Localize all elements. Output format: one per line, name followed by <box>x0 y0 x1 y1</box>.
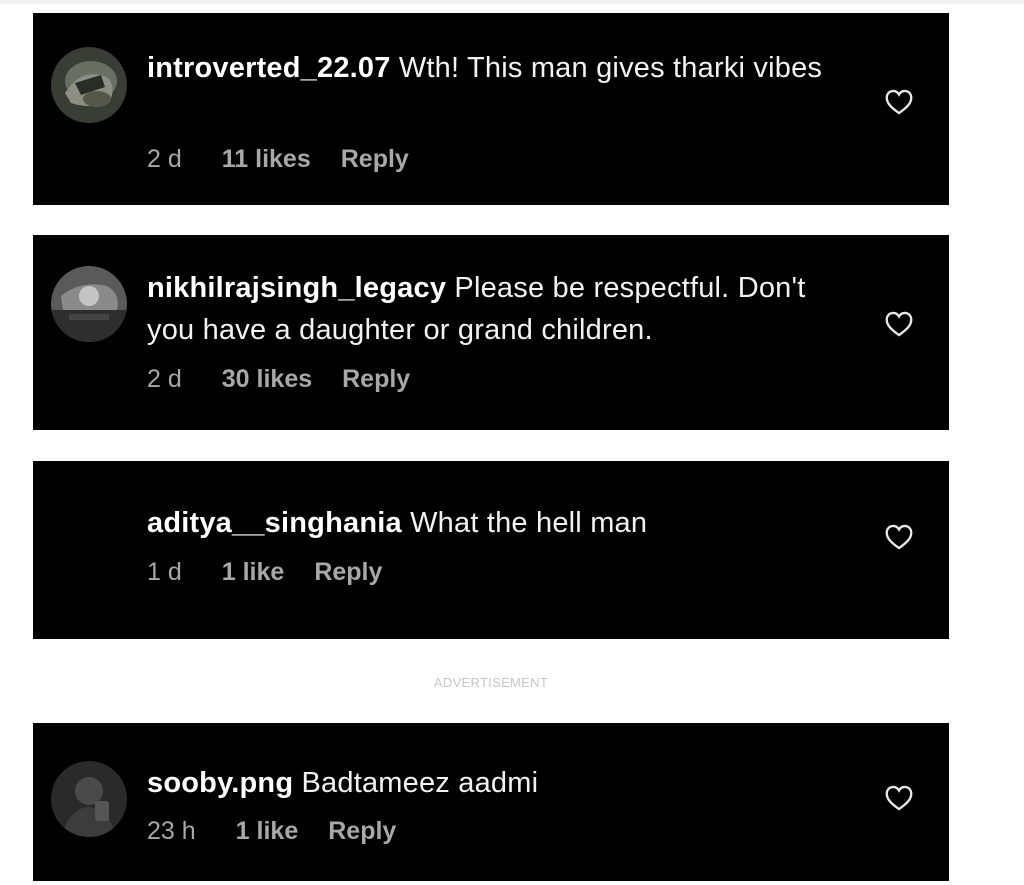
comment-body: Badtameez aadmi <box>293 767 539 799</box>
comment-card: sooby.png Badtameez aadmi 23 h 1 like Re… <box>33 723 949 881</box>
comment-text: nikhilrajsingh_legacy Please be respectf… <box>147 267 847 351</box>
comment-card: nikhilrajsingh_legacy Please be respectf… <box>33 235 949 430</box>
comment-username[interactable]: sooby.png <box>147 767 293 799</box>
heart-icon[interactable] <box>885 785 913 811</box>
comment-meta: 2 d 30 likes Reply <box>147 365 410 394</box>
comment-username[interactable]: nikhilrajsingh_legacy <box>147 272 446 304</box>
reply-button[interactable]: Reply <box>328 817 396 846</box>
comment-meta: 23 h 1 like Reply <box>147 817 396 846</box>
comment-text: sooby.png Badtameez aadmi <box>147 762 847 804</box>
avatar-image <box>51 47 127 123</box>
comment-username[interactable]: introverted_22.07 <box>147 52 391 84</box>
reply-button[interactable]: Reply <box>314 558 382 587</box>
comment-text: aditya__singhania What the hell man <box>147 502 847 544</box>
comment-time: 2 d <box>147 365 182 393</box>
comment-card: introverted_22.07 Wth! This man gives th… <box>33 13 949 205</box>
comment-likes[interactable]: 30 likes <box>222 365 312 394</box>
avatar[interactable] <box>51 761 127 837</box>
comment-likes[interactable]: 11 likes <box>222 145 311 174</box>
comment-time: 23 h <box>147 817 196 845</box>
comment-card: aditya__singhania What the hell man 1 d … <box>33 461 949 639</box>
comment-meta: 2 d 11 likes Reply <box>147 145 409 174</box>
comment-body: Wth! This man gives tharki vibes <box>390 52 823 84</box>
comment-body: What the hell man <box>401 507 648 539</box>
comment-meta: 1 d 1 like Reply <box>147 558 382 587</box>
comment-likes[interactable]: 1 like <box>222 558 285 587</box>
comment-likes[interactable]: 1 like <box>236 817 299 846</box>
avatar[interactable] <box>51 47 127 123</box>
comment-username[interactable]: aditya__singhania <box>147 507 402 539</box>
avatar[interactable] <box>51 266 127 342</box>
advertisement-label: ADVERTISEMENT <box>433 675 549 690</box>
heart-icon[interactable] <box>885 311 913 337</box>
top-divider <box>0 0 1024 4</box>
comment-text: introverted_22.07 Wth! This man gives th… <box>147 47 847 89</box>
heart-icon[interactable] <box>885 524 913 550</box>
comments-page: introverted_22.07 Wth! This man gives th… <box>0 0 1024 885</box>
reply-button[interactable]: Reply <box>342 365 410 394</box>
comment-time: 2 d <box>147 145 182 173</box>
heart-icon[interactable] <box>885 89 913 115</box>
avatar-image <box>51 761 127 837</box>
comment-time: 1 d <box>147 558 182 586</box>
reply-button[interactable]: Reply <box>341 145 409 174</box>
avatar-image <box>51 266 127 342</box>
